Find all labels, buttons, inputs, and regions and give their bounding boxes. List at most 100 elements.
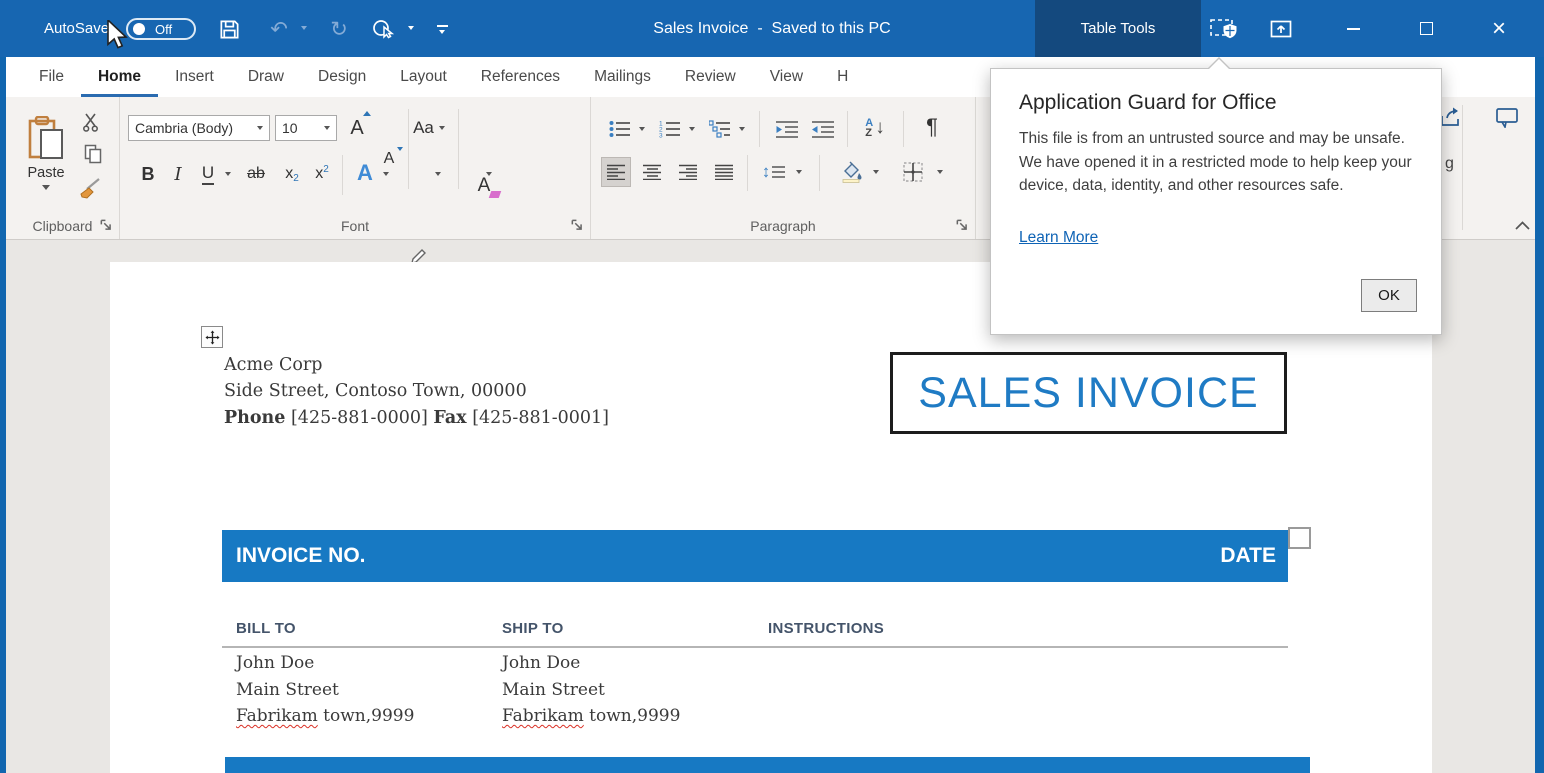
increase-indent-button[interactable] xyxy=(807,115,839,143)
line-spacing-arrows: ↕ xyxy=(762,162,771,182)
shrink-font-icon: A xyxy=(384,150,395,168)
multilevel-caret[interactable] xyxy=(739,127,745,131)
shrink-font-arrow xyxy=(397,147,403,151)
close-button[interactable]: × xyxy=(1476,0,1522,57)
svg-text:3: 3 xyxy=(659,133,663,139)
numbering-caret[interactable] xyxy=(689,127,695,131)
underline-button[interactable]: U xyxy=(194,159,222,189)
paste-button[interactable]: Paste xyxy=(20,105,72,201)
align-right-icon xyxy=(679,164,698,180)
text-effects-caret[interactable] xyxy=(383,172,389,176)
format-painter-icon xyxy=(79,177,103,201)
shading-caret[interactable] xyxy=(873,170,879,174)
clear-formatting-button[interactable]: A xyxy=(468,171,500,201)
tab-mailings[interactable]: Mailings xyxy=(577,57,668,97)
align-center-button[interactable] xyxy=(637,157,667,187)
undo-button[interactable]: ↶ xyxy=(262,12,296,46)
application-guard-popup: Application Guard for Office This file i… xyxy=(990,68,1442,335)
bold-button[interactable]: B xyxy=(134,159,162,189)
ship-to-name: John Doe xyxy=(502,650,680,677)
line-spacing-button[interactable]: ↕ xyxy=(757,157,791,187)
tab-design[interactable]: Design xyxy=(301,57,383,97)
tab-help-partial[interactable]: H xyxy=(820,57,865,97)
bullets-button[interactable] xyxy=(605,115,635,143)
decrease-indent-button[interactable] xyxy=(771,115,803,143)
minimize-button[interactable] xyxy=(1330,0,1376,57)
cut-button[interactable] xyxy=(78,109,104,135)
shading-button[interactable] xyxy=(835,155,867,189)
touch-mode-caret[interactable] xyxy=(408,26,414,30)
sort-button[interactable]: A Z ↓ xyxy=(857,113,893,143)
company-phone-fax: Phone [425-881-0000] Fax [425-881-0001] xyxy=(224,405,609,431)
decrease-indent-icon xyxy=(775,120,799,138)
redo-button[interactable]: ↻ xyxy=(322,12,356,46)
tab-draw[interactable]: Draw xyxy=(231,57,301,97)
show-formatting-marks-button[interactable]: ¶ xyxy=(917,111,947,143)
numbering-button[interactable]: 1 2 3 xyxy=(655,115,685,143)
line-spacing-caret[interactable] xyxy=(796,170,802,174)
italic-button[interactable]: I xyxy=(164,159,192,189)
learn-more-link[interactable]: Learn More xyxy=(1019,229,1098,247)
company-info-block: Acme Corp Side Street, Contoso Town, 000… xyxy=(224,352,609,431)
justify-button[interactable] xyxy=(709,157,739,187)
clipboard-dialog-launcher[interactable] xyxy=(99,218,113,232)
table-tools-context-tab[interactable]: Table Tools xyxy=(1035,0,1201,57)
clipboard-group: Paste xyxy=(6,97,120,239)
font-family-combo[interactable]: Cambria (Body) xyxy=(128,115,270,141)
application-guard-indicator[interactable] xyxy=(1208,12,1242,46)
font-color-caret[interactable] xyxy=(486,172,492,176)
ribbon-display-options-button[interactable] xyxy=(1264,12,1298,46)
maximize-button[interactable] xyxy=(1403,0,1449,57)
tab-home[interactable]: Home xyxy=(81,57,158,97)
font-size-caret xyxy=(324,126,330,130)
ribbon-display-options-icon xyxy=(1269,17,1293,41)
align-left-button[interactable] xyxy=(601,157,631,187)
sales-invoice-title-box: SALES INVOICE xyxy=(890,352,1287,434)
collapse-ribbon-button[interactable] xyxy=(1508,215,1536,235)
ship-to-address: John Doe Main Street Fabrikam town,9999 xyxy=(502,650,680,730)
borders-caret[interactable] xyxy=(937,170,943,174)
highlight-caret[interactable] xyxy=(435,172,441,176)
tab-view[interactable]: View xyxy=(753,57,820,97)
autosave-toggle[interactable]: Off xyxy=(126,18,196,40)
paragraph-group-label: Paragraph xyxy=(591,218,975,234)
bullets-caret[interactable] xyxy=(639,127,645,131)
borders-button[interactable] xyxy=(897,155,929,189)
hidden-group-text-fragment: g xyxy=(1445,155,1454,173)
copy-button[interactable] xyxy=(80,141,106,167)
quick-access-toolbar-button[interactable] xyxy=(425,12,459,46)
ship-to-header: SHIP TO xyxy=(502,620,564,637)
autosave-state-label: Off xyxy=(155,22,172,37)
font-size-combo[interactable]: 10 xyxy=(275,115,337,141)
multilevel-list-button[interactable] xyxy=(705,115,735,143)
paragraph-dialog-launcher[interactable] xyxy=(955,218,969,232)
touch-mouse-mode-button[interactable] xyxy=(366,12,400,46)
subscript-button[interactable]: x2 xyxy=(278,159,306,189)
document-page[interactable]: Acme Corp Side Street, Contoso Town, 000… xyxy=(110,262,1432,773)
underline-caret[interactable] xyxy=(225,172,231,176)
share-icon xyxy=(1439,106,1463,128)
comments-button[interactable] xyxy=(1487,100,1527,134)
align-right-button[interactable] xyxy=(673,157,703,187)
undo-dropdown-caret[interactable] xyxy=(301,26,307,30)
tab-file[interactable]: File xyxy=(22,57,81,97)
save-button[interactable] xyxy=(212,12,246,46)
grow-font-button[interactable]: A xyxy=(342,113,372,143)
company-address: Side Street, Contoso Town, 00000 xyxy=(224,378,609,404)
change-case-button[interactable]: Aa xyxy=(412,113,446,143)
ok-button[interactable]: OK xyxy=(1361,279,1417,312)
tab-layout[interactable]: Layout xyxy=(383,57,464,97)
text-effects-icon: A xyxy=(357,160,373,186)
table-move-handle[interactable] xyxy=(201,326,223,348)
tab-references[interactable]: References xyxy=(464,57,577,97)
text-effects-button[interactable]: A xyxy=(350,157,380,189)
font-dialog-launcher[interactable] xyxy=(570,218,584,232)
superscript-button[interactable]: x2 xyxy=(308,159,336,189)
touch-mode-icon xyxy=(371,17,395,41)
format-painter-button[interactable] xyxy=(76,175,106,203)
strikethrough-button[interactable]: ab xyxy=(240,159,272,189)
application-guard-shield-icon xyxy=(1209,16,1241,42)
company-name: Acme Corp xyxy=(224,352,609,378)
tab-review[interactable]: Review xyxy=(668,57,753,97)
tab-insert[interactable]: Insert xyxy=(158,57,231,97)
